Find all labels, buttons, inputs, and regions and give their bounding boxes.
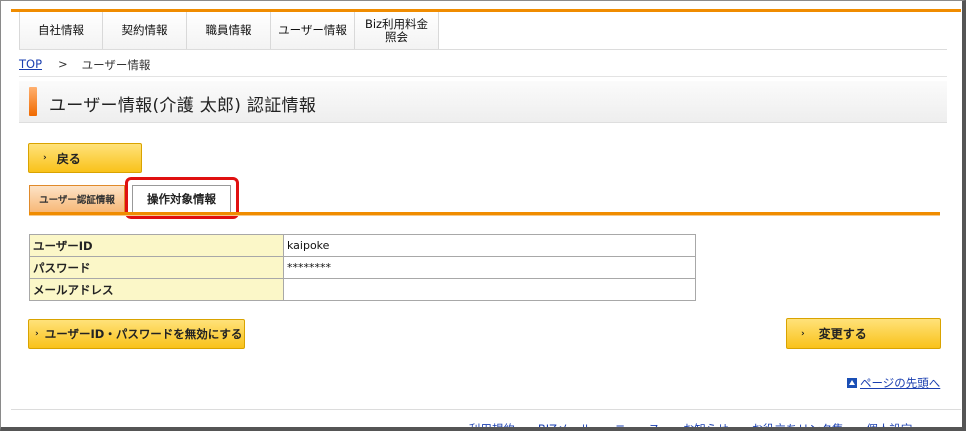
change-button-label: 変更する (818, 327, 867, 341)
triangle-right-icon: ▷ (458, 426, 465, 431)
chevron-right-icon: › (35, 329, 39, 339)
email-label: メールアドレス (29, 278, 284, 301)
triangle-right-icon: ▷ (740, 426, 748, 431)
triangle-right-icon: ▷ (671, 426, 679, 431)
table-row: メールアドレス (29, 278, 696, 301)
email-value (283, 278, 696, 301)
chevron-right-icon: › (43, 153, 47, 163)
table-row: パスワード ******** (29, 256, 696, 279)
nav-divider (19, 49, 947, 50)
page-top-link[interactable]: ページの先頭へ (847, 375, 940, 391)
triangle-right-icon: ▷ (526, 426, 534, 431)
page-title: ユーザー情報(介護 太郎) 認証情報 (49, 96, 317, 116)
tab-underline-shadow (29, 215, 940, 216)
user-id-label: ユーザーID (29, 234, 284, 257)
nav-item-contract-info[interactable]: 契約情報 (103, 12, 187, 49)
back-button-label: 戻る (56, 151, 81, 166)
breadcrumb-top-link[interactable]: TOP (19, 57, 42, 73)
password-value: ******** (283, 256, 696, 279)
disable-credentials-button[interactable]: › ユーザーID・パスワードを無効にする (28, 319, 245, 349)
password-label: パスワード (29, 256, 284, 279)
nav-item-staff-info[interactable]: 職員情報 (187, 12, 271, 49)
footer-link-terms[interactable]: ▷ 利用規約 (458, 421, 515, 431)
footer-links: ▷ 利用規約 ▷ BIZメール ▷ ニュース ▷ お知らせ ▷ お役立ちリンク集 ▷ 個人設… (458, 421, 913, 431)
footer-divider (11, 409, 961, 410)
nav-item-user-info[interactable]: ユーザー情報 (271, 12, 355, 49)
triangle-right-icon: ▷ (603, 426, 611, 431)
footer-link-notices[interactable]: ▷ お知らせ (671, 421, 729, 431)
triangle-right-icon: ▷ (855, 426, 863, 431)
page-title-box: ユーザー情報(介護 太郎) 認証情報 (19, 81, 947, 123)
auth-info-table: ユーザーID kaipoke パスワード ******** メールアドレス (29, 234, 696, 301)
table-row: ユーザーID kaipoke (29, 234, 696, 257)
user-id-value: kaipoke (283, 234, 696, 257)
footer-link-useful-links[interactable]: ▷ お役立ちリンク集 (740, 421, 844, 431)
chevron-right-icon: › (801, 328, 805, 339)
breadcrumb-separator: > (58, 57, 68, 71)
tab-user-auth-info[interactable]: ユーザー認証情報 (29, 185, 125, 212)
nav-item-biz-billing[interactable]: Biz利用料金 照会 (355, 12, 439, 49)
nav-item-company-info[interactable]: 自社情報 (19, 12, 103, 49)
breadcrumb-current: ユーザー情報 (81, 58, 151, 72)
footer-link-news[interactable]: ▷ ニュース (603, 421, 660, 431)
breadcrumb-divider (19, 76, 947, 77)
breadcrumb: TOP > ユーザー情報 (19, 57, 150, 73)
change-button[interactable]: › 変更する (786, 318, 941, 349)
back-button[interactable]: › 戻る (28, 143, 142, 173)
arrow-up-icon (847, 378, 857, 388)
footer-link-personal-settings[interactable]: ▷ 個人設定 (855, 421, 913, 431)
title-marker-icon (29, 87, 37, 116)
page-top-label: ページの先頭へ (860, 376, 941, 390)
global-nav: 自社情報 契約情報 職員情報 ユーザー情報 Biz利用料金 照会 (19, 12, 439, 49)
footer-link-biz-mail[interactable]: ▷ BIZメール (526, 421, 592, 431)
disable-button-label: ユーザーID・パスワードを無効にする (44, 327, 243, 341)
browser-frame: 自社情報 契約情報 職員情報 ユーザー情報 Biz利用料金 照会 TOP > ユ… (0, 0, 966, 431)
